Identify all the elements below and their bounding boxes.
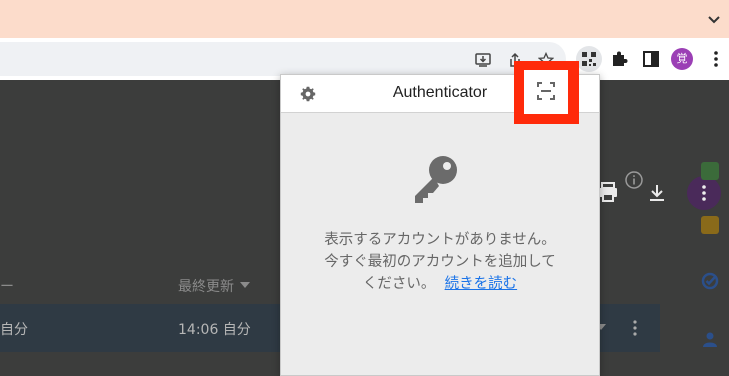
more-vert-icon[interactable] <box>706 49 726 69</box>
scan-qr-icon <box>537 82 555 100</box>
calendar-icon[interactable] <box>701 162 719 180</box>
qr-extension-icon <box>582 52 596 66</box>
address-bar[interactable] <box>0 42 566 76</box>
last-modified-column-header[interactable]: 最終更新 <box>178 276 234 296</box>
key-icon <box>415 156 457 203</box>
contacts-icon[interactable] <box>701 330 719 348</box>
chevron-down-icon[interactable] <box>707 12 721 26</box>
tasks-icon[interactable] <box>701 272 719 290</box>
learn-more-link[interactable]: 続きを読む <box>445 276 518 292</box>
puzzle-icon[interactable] <box>609 49 629 69</box>
empty-line-3: ください。 続きを読む <box>281 273 599 295</box>
qr-extension-button[interactable] <box>576 46 602 72</box>
scan-button-highlight <box>514 61 579 124</box>
row-more-icon[interactable] <box>628 318 642 338</box>
side-apps-panel <box>693 150 729 376</box>
install-app-icon[interactable] <box>475 52 491 68</box>
tab-strip <box>0 0 729 38</box>
keep-icon[interactable] <box>701 216 719 234</box>
empty-line-2: 今すぐ最初のアカウントを追加して <box>324 254 556 270</box>
sort-arrow-icon[interactable] <box>240 282 250 288</box>
row-modified: 14:06 自分 <box>178 322 251 338</box>
avatar[interactable]: 覚 <box>671 48 693 70</box>
row-owner: 自分 <box>0 322 28 338</box>
info-icon[interactable] <box>624 170 644 190</box>
download-icon[interactable] <box>645 181 669 205</box>
scan-button[interactable] <box>524 70 568 114</box>
empty-line-1: 表示するアカウントがありません。 <box>324 232 556 248</box>
empty-state-message: 表示するアカウントがありません。 今すぐ最初のアカウントを追加して ください。 … <box>281 229 599 295</box>
empty-line-3-prefix: ください。 <box>362 276 436 292</box>
owner-column-header[interactable]: ー <box>0 276 14 296</box>
side-panel-icon[interactable] <box>641 49 661 69</box>
